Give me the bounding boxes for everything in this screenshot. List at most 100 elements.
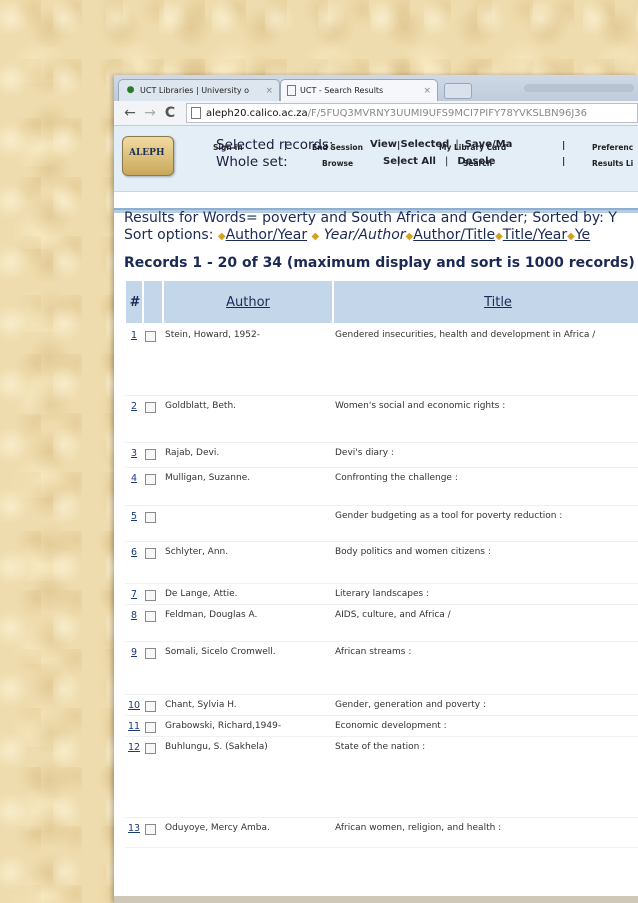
menu-results-list[interactable]: Results Li [592, 159, 633, 168]
tab-uct-libraries[interactable]: ● UCT Libraries | University o × [118, 79, 280, 101]
record-select-cell [143, 324, 163, 396]
record-number-link[interactable]: 1 [131, 330, 137, 341]
record-number-link[interactable]: 9 [131, 647, 137, 658]
record-title[interactable]: Gendered insecurities, health and develo… [333, 324, 638, 396]
record-title[interactable]: Women's social and economic rights : [333, 395, 638, 443]
record-number-link[interactable]: 5 [131, 511, 137, 522]
record-number-cell: 13 [125, 817, 143, 848]
column-header-select [142, 279, 164, 325]
close-tab-icon[interactable]: × [423, 86, 431, 96]
record-author: Oduyoye, Mercy Amba. [163, 817, 333, 848]
record-title[interactable]: Literary landscapes : [333, 583, 638, 605]
record-checkbox[interactable] [145, 331, 156, 342]
save-mail-link[interactable]: Save/Ma [465, 139, 513, 150]
sort-author-year[interactable]: Author/Year [226, 227, 308, 243]
record-select-cell [143, 395, 163, 443]
record-number-cell: 10 [125, 694, 143, 716]
query-line: Results for Words= poverty and South Afr… [124, 210, 617, 226]
sort-options: Sort options: ◆Author/Year ◆ Year/Author… [124, 227, 638, 243]
deselect-link[interactable]: Desele [457, 156, 495, 167]
header-stripe [114, 192, 638, 210]
record-checkbox[interactable] [145, 610, 156, 622]
record-title[interactable]: AIDS, culture, and Africa / [333, 604, 638, 642]
record-checkbox[interactable] [145, 742, 156, 754]
close-tab-icon[interactable]: × [265, 86, 273, 96]
record-number-cell: 1 [125, 324, 143, 396]
record-checkbox[interactable] [145, 473, 156, 485]
record-number-link[interactable]: 6 [131, 547, 137, 558]
tab-label: UCT Libraries | University o [140, 86, 249, 95]
record-number-cell: 11 [125, 715, 143, 737]
results-summary: Results for Words= poverty and South Afr… [124, 210, 638, 271]
column-header-title[interactable]: Title [332, 279, 638, 325]
record-checkbox[interactable] [145, 647, 156, 659]
record-number-cell: 3 [125, 442, 143, 468]
record-checkbox[interactable] [145, 721, 156, 733]
sort-label: Sort options: [124, 227, 214, 243]
record-checkbox[interactable] [145, 700, 156, 712]
record-title[interactable]: Gender, generation and poverty : [333, 694, 638, 716]
record-title[interactable]: African women, religion, and health : [333, 817, 638, 848]
forward-icon[interactable]: → [140, 105, 160, 121]
record-select-cell [143, 467, 163, 506]
select-all-link[interactable]: Select All [383, 156, 436, 167]
record-checkbox[interactable] [145, 823, 156, 835]
record-checkbox[interactable] [145, 589, 156, 601]
record-number-cell: 2 [125, 395, 143, 443]
record-author: Feldman, Douglas A. [163, 604, 333, 642]
record-select-cell [143, 541, 163, 584]
bullet-icon: ◆ [495, 231, 503, 242]
sort-title-year[interactable]: Title/Year [503, 227, 567, 243]
record-number-link[interactable]: 12 [128, 742, 140, 753]
record-checkbox[interactable] [145, 511, 156, 523]
view-selected-link[interactable]: View Selected [370, 139, 449, 150]
record-select-cell [143, 694, 163, 716]
separator: | [444, 156, 449, 167]
menu-preferences[interactable]: Preferenc [592, 143, 633, 152]
table-row: 8 Feldman, Douglas A. AIDS, culture, and A… [125, 604, 638, 642]
whole-set-row: Whole set: Select All | Desele [216, 153, 536, 170]
record-title[interactable]: Economic development : [333, 715, 638, 737]
record-number-link[interactable]: 4 [131, 473, 137, 484]
column-header-author[interactable]: Author [162, 279, 334, 325]
back-icon[interactable]: ← [120, 105, 140, 121]
record-number-link[interactable]: 11 [128, 721, 140, 732]
selected-records-label: Selected records: [216, 136, 334, 153]
record-checkbox[interactable] [145, 401, 156, 413]
tab-search-results[interactable]: UCT - Search Results × [280, 79, 438, 101]
menu-separator: | [562, 141, 566, 151]
reload-icon[interactable]: C [160, 105, 180, 121]
record-checkbox[interactable] [145, 547, 156, 559]
sort-year[interactable]: Ye [575, 227, 590, 243]
separator: | [455, 139, 459, 150]
record-title[interactable]: Devi's diary : [333, 442, 638, 468]
record-number-link[interactable]: 13 [128, 823, 140, 834]
record-number-link[interactable]: 7 [131, 589, 137, 600]
address-bar[interactable]: aleph20.calico.ac.za/F/5FUQ3MVRNY3UUMI9U… [186, 103, 638, 123]
sort-author-title[interactable]: Author/Title [413, 227, 495, 243]
record-title[interactable]: African streams : [333, 641, 638, 695]
record-select-cell [143, 604, 163, 642]
record-number-link[interactable]: 2 [131, 401, 137, 412]
new-tab-button[interactable] [444, 83, 472, 99]
aleph-logo[interactable]: ALEPH [122, 136, 174, 176]
record-select-cell [143, 641, 163, 695]
bullet-icon: ◆ [217, 231, 226, 242]
record-title[interactable]: Body politics and women citizens : [333, 541, 638, 584]
record-title[interactable]: State of the nation : [333, 736, 638, 818]
record-author: Somali, Sicelo Cromwell. [163, 641, 333, 695]
table-row: 1 Stein, Howard, 1952- Gendered insecuriti… [125, 324, 638, 396]
record-title[interactable]: Gender budgeting as a tool for poverty r… [333, 505, 638, 542]
record-select-cell [143, 817, 163, 848]
column-header-number: # [124, 279, 144, 325]
record-checkbox[interactable] [145, 448, 156, 460]
record-number-cell: 8 [125, 604, 143, 642]
table-row: 6 Schlyter, Ann. Body politics and women c… [125, 541, 638, 584]
record-title[interactable]: Confronting the challenge : [333, 467, 638, 506]
record-author: Schlyter, Ann. [163, 541, 333, 584]
record-number-link[interactable]: 3 [131, 448, 137, 459]
record-author: Mulligan, Suzanne. [163, 467, 333, 506]
record-number-link[interactable]: 8 [131, 610, 137, 621]
record-author: Stein, Howard, 1952- [163, 324, 333, 396]
record-number-link[interactable]: 10 [128, 700, 140, 711]
